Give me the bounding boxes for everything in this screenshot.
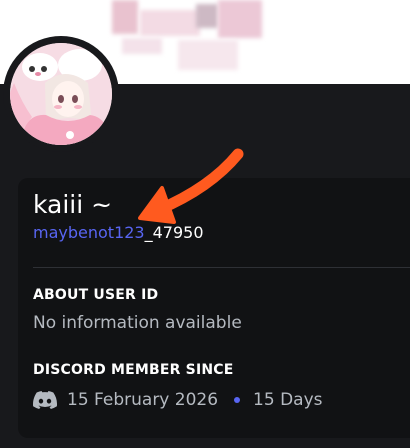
avatar[interactable] xyxy=(10,43,112,145)
member-since-date: 15 February 2026 xyxy=(67,390,219,410)
arrow-icon xyxy=(138,148,244,224)
divider xyxy=(33,267,410,268)
profile-popout: kaiii ~ maybenot123_47950 ABOUT USER ID … xyxy=(0,0,410,448)
member-since-duration: 15 Days xyxy=(253,390,323,410)
member-since-label: DISCORD MEMBER SINCE xyxy=(33,362,234,378)
about-section-label: ABOUT USER ID xyxy=(33,287,159,303)
display-name: kaiii ~ xyxy=(33,190,113,219)
username-link[interactable]: maybenot123 xyxy=(33,223,145,242)
member-since-row: 15 February 2026 15 Days xyxy=(33,388,323,412)
avatar-image xyxy=(10,43,112,145)
separator-dot xyxy=(234,397,241,403)
about-text: No information available xyxy=(33,313,242,333)
discord-icon xyxy=(33,391,58,409)
